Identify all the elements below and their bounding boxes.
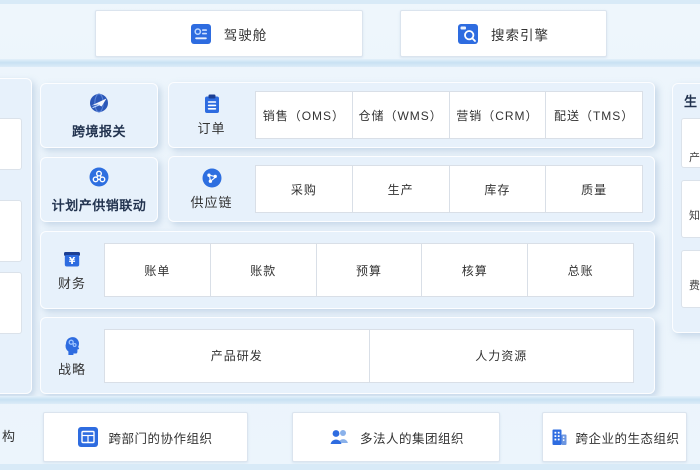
cell-accounting[interactable]: 核算 — [421, 243, 529, 297]
cell-procurement[interactable]: 采购 — [255, 165, 353, 213]
order-row-panel: 订单 销售（OMS） 仓储（WMS） 营销（CRM） 配送（TMS） — [168, 82, 655, 148]
supply-chain-cells: 采购 生产 库存 质量 — [255, 165, 643, 213]
cell-inventory[interactable]: 库存 — [448, 165, 547, 213]
right-sliver-module-1[interactable]: 产 — [681, 118, 700, 168]
erp-architecture-diagram: 驾驶舱 搜索引擎 跨境报关 计划产供销联动 订单 销售（OMS） 仓储（WMS）… — [0, 0, 700, 470]
collaboration-grid-icon — [78, 427, 99, 447]
group-org-label: 多法人的集团组织 — [359, 431, 464, 446]
finance-row-header: ¥ 财务 — [40, 248, 104, 292]
strategy-cells: 产品研发 人力资源 — [104, 328, 634, 383]
right-module-2-partial-label: 知 — [689, 210, 700, 222]
supply-chain-network-icon — [201, 167, 223, 189]
cell-receivables[interactable]: 账款 — [209, 243, 317, 297]
finance-cells: 账单 账款 预算 核算 总账 — [104, 243, 634, 297]
cell-production[interactable]: 生产 — [351, 165, 450, 213]
cloud-link-icon — [87, 165, 111, 189]
order-clipboard-icon — [201, 93, 223, 115]
search-engine-button[interactable]: 搜索引擎 — [400, 10, 607, 57]
cell-general-ledger[interactable]: 总账 — [527, 243, 634, 297]
left-edge-partial-label: 构 — [2, 429, 16, 444]
cell-human-resources[interactable]: 人力资源 — [368, 328, 634, 383]
cell-warehouse-wms[interactable]: 仓储（WMS） — [351, 91, 450, 139]
strategy-head-icon — [61, 334, 83, 356]
search-engine-label: 搜索引擎 — [491, 27, 549, 43]
ecosystem-org-button[interactable]: 跨企业的生态组织 — [542, 412, 687, 462]
dashboard-button[interactable]: 驾驶舱 — [95, 10, 363, 57]
cross-department-org-button[interactable]: 跨部门的协作组织 — [43, 412, 248, 462]
right-sliver-module-2[interactable]: 知 — [681, 180, 700, 238]
finance-row-panel: ¥ 财务 账单 账款 预算 核算 总账 — [40, 231, 655, 309]
left-sliver-module-3[interactable] — [0, 272, 22, 334]
order-row-label: 订单 — [197, 121, 226, 136]
left-sliver-module-2[interactable] — [0, 200, 22, 262]
ecosystem-org-label: 跨企业的生态组织 — [575, 431, 680, 446]
strategy-row-panel: 战略 产品研发 人力资源 — [40, 317, 655, 394]
cell-budget[interactable]: 预算 — [315, 243, 423, 297]
supply-chain-row-header: 供应链 — [168, 167, 255, 211]
enterprise-building-icon — [549, 427, 569, 447]
cell-delivery-tms[interactable]: 配送（TMS） — [545, 91, 643, 139]
group-people-icon — [328, 427, 350, 447]
right-module-1-partial-label: 产 — [689, 152, 700, 164]
supply-chain-row-panel: 供应链 采购 生产 库存 质量 — [168, 156, 655, 222]
cell-quality[interactable]: 质量 — [545, 165, 643, 213]
group-org-button[interactable]: 多法人的集团组织 — [292, 412, 500, 462]
cell-bills[interactable]: 账单 — [104, 243, 211, 297]
dashboard-label: 驾驶舱 — [223, 27, 268, 43]
strategy-row-header: 战略 — [40, 334, 104, 378]
cell-product-rnd[interactable]: 产品研发 — [104, 328, 370, 383]
header-divider — [0, 59, 700, 67]
order-row-header: 订单 — [168, 93, 255, 137]
bottom-edge-strip — [0, 464, 700, 470]
cross-department-org-label: 跨部门的协作组织 — [108, 431, 213, 446]
finance-cashbox-icon: ¥ — [61, 248, 83, 270]
top-edge-strip — [0, 0, 700, 4]
cell-sales-oms[interactable]: 销售（OMS） — [255, 91, 353, 139]
plan-linkage-card[interactable]: 计划产供销联动 — [40, 157, 158, 222]
svg-text:¥: ¥ — [69, 256, 76, 267]
right-panel-title: 生 — [684, 94, 698, 109]
globe-plane-icon — [87, 91, 111, 115]
finance-row-label: 财务 — [57, 276, 86, 291]
right-sliver-module-3[interactable]: 费 — [681, 250, 700, 308]
cell-marketing-crm[interactable]: 营销（CRM） — [448, 91, 547, 139]
customs-card-label: 跨境报关 — [71, 124, 126, 139]
search-engine-icon — [458, 23, 478, 44]
supply-chain-row-label: 供应链 — [190, 195, 233, 210]
left-sliver-module-1[interactable] — [0, 118, 22, 170]
dashboard-icon — [190, 23, 211, 44]
plan-linkage-card-label: 计划产供销联动 — [51, 198, 147, 213]
customs-card[interactable]: 跨境报关 — [40, 83, 158, 148]
order-cells: 销售（OMS） 仓储（WMS） 营销（CRM） 配送（TMS） — [255, 91, 643, 139]
strategy-row-label: 战略 — [57, 361, 86, 377]
right-module-3-partial-label: 费 — [689, 280, 700, 292]
footer-divider — [0, 396, 700, 404]
